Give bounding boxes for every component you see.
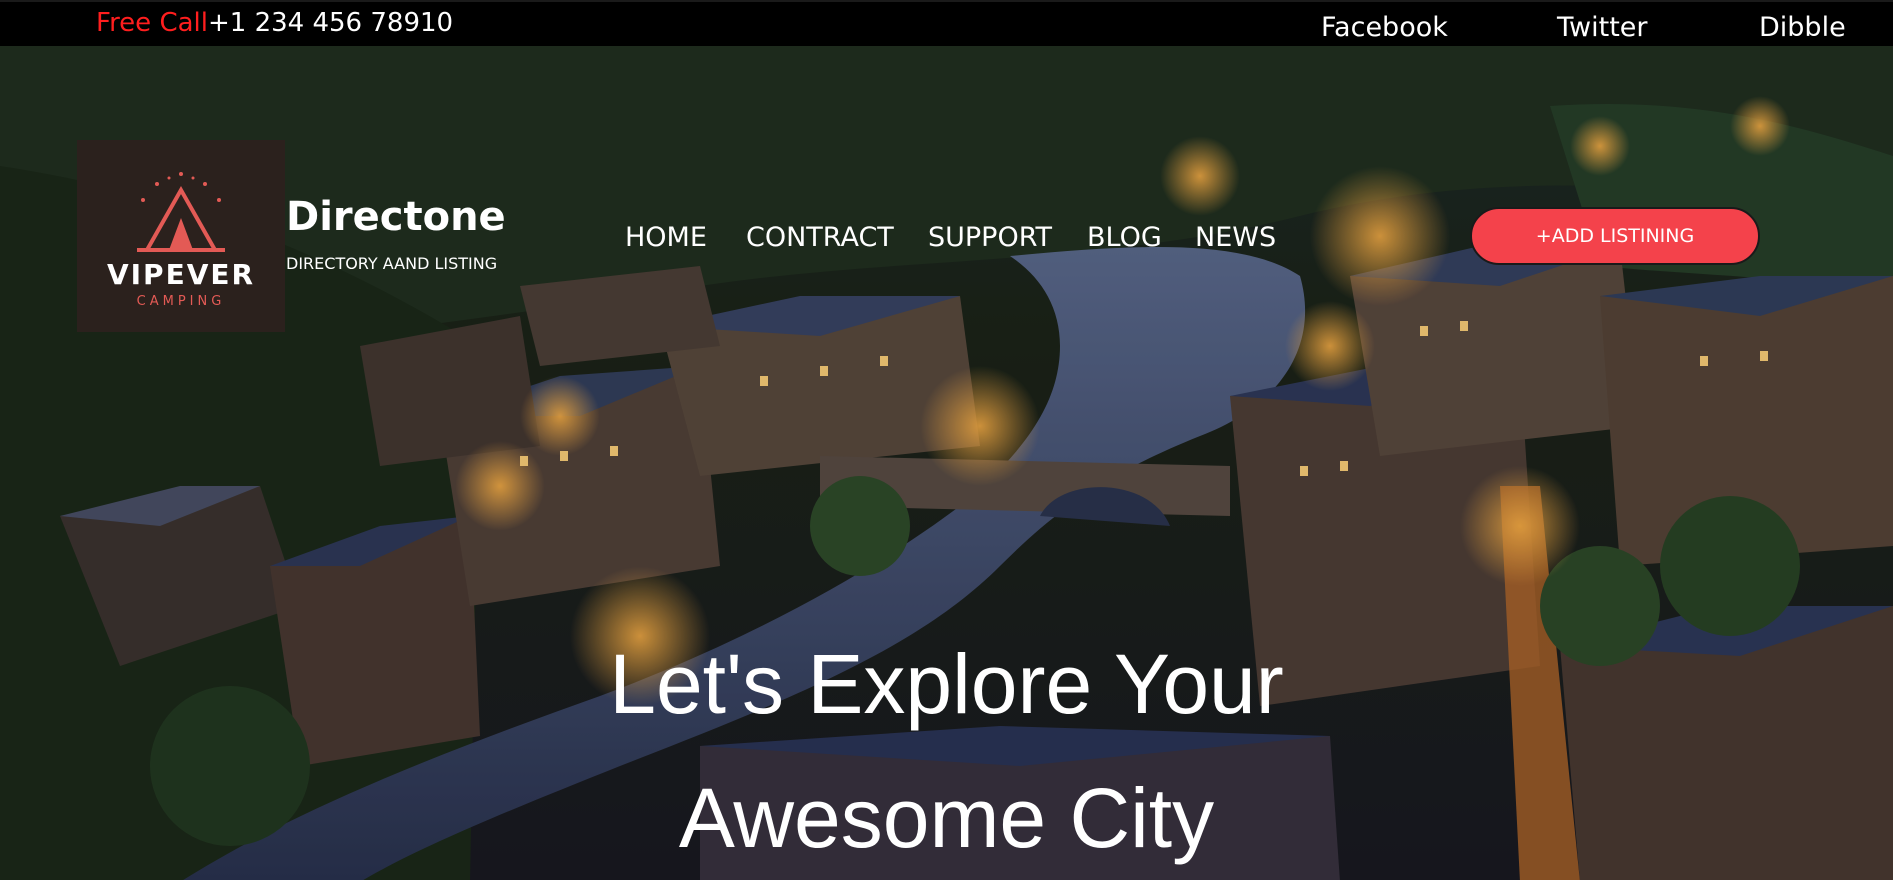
nav-home[interactable]: HOME — [625, 222, 707, 253]
site-title[interactable]: Directone — [286, 194, 506, 240]
logo-subtext: CAMPING — [136, 294, 226, 309]
hero-headline-line2: Awesome City — [678, 771, 1215, 865]
contact-phone: Free Call+1 234 456 78910 — [96, 8, 453, 38]
site-tagline: DIRECTORY AAND LISTING — [286, 254, 498, 273]
nav-support[interactable]: SUPPORT — [928, 222, 1052, 253]
top-bar: Free Call+1 234 456 78910 Facebook Twitt… — [0, 0, 1893, 46]
page: Free Call+1 234 456 78910 Facebook Twitt… — [0, 0, 1893, 882]
phone-number[interactable]: +1 234 456 78910 — [208, 8, 453, 38]
dribbble-link[interactable]: Dibble — [1759, 12, 1846, 43]
twitter-link[interactable]: Twitter — [1557, 12, 1648, 43]
site-logo[interactable]: VIPEVER CAMPING — [77, 140, 285, 332]
tent-icon — [137, 172, 225, 252]
nav-blog[interactable]: BLOG — [1087, 222, 1162, 253]
add-listing-button[interactable]: +ADD LISTINING — [1470, 207, 1760, 265]
nav-news[interactable]: NEWS — [1195, 222, 1276, 253]
hero-headline-line1: Let's Explore Your — [609, 637, 1284, 731]
nav-contract[interactable]: CONTRACT — [746, 222, 894, 253]
facebook-link[interactable]: Facebook — [1321, 12, 1448, 43]
free-call-label: Free Call — [96, 8, 208, 38]
logo-wordmark: VIPEVER — [106, 258, 256, 291]
